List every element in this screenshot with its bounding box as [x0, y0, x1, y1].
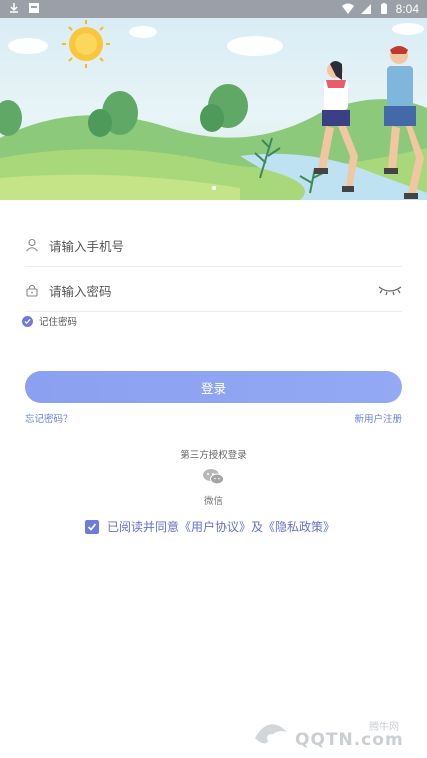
- remember-password-checkbox[interactable]: 记住密码: [22, 314, 77, 328]
- lock-icon: [26, 284, 38, 297]
- user-icon: [26, 238, 38, 252]
- battery-icon: [380, 3, 387, 14]
- login-button[interactable]: 登录: [25, 371, 402, 403]
- sun-icon: [62, 20, 110, 68]
- phone-field: [25, 226, 402, 267]
- watermark-logo-icon: [255, 724, 287, 744]
- password-input[interactable]: [47, 279, 371, 303]
- carousel-dot-active[interactable]: [212, 186, 216, 190]
- clock: 8:04: [395, 2, 419, 16]
- agreement-checkbox[interactable]: 已阅读并同意《用户协议》及《隐私政策》: [85, 518, 335, 535]
- checkbox-checked-icon: [85, 519, 99, 534]
- notification-icon: [29, 3, 39, 13]
- wechat-icon[interactable]: [202, 468, 224, 486]
- password-field: [25, 271, 402, 312]
- agreement-text[interactable]: 已阅读并同意《用户协议》及《隐私政策》: [107, 518, 335, 535]
- wechat-label: 微信: [203, 496, 223, 507]
- register-link[interactable]: 新用户注册: [354, 411, 402, 425]
- remember-password-label: 记住密码: [39, 317, 78, 328]
- check-circle-icon: [22, 315, 33, 327]
- phone-input[interactable]: [47, 234, 371, 258]
- forgot-password-link[interactable]: 忘记密码？: [25, 411, 73, 425]
- banner-carousel[interactable]: [0, 18, 427, 200]
- banner-illustration: [0, 20, 427, 200]
- download-icon: [10, 3, 18, 13]
- status-bar: 8:04: [0, 0, 427, 18]
- wifi-icon: [341, 3, 354, 14]
- site-watermark: 腾牛网 QQTN.com: [251, 718, 421, 752]
- signal-icon: [360, 4, 371, 14]
- eye-closed-icon[interactable]: [378, 283, 402, 297]
- third-party-login-title: 第三方授权登录: [180, 450, 247, 461]
- watermark-en: QQTN.com: [295, 730, 404, 750]
